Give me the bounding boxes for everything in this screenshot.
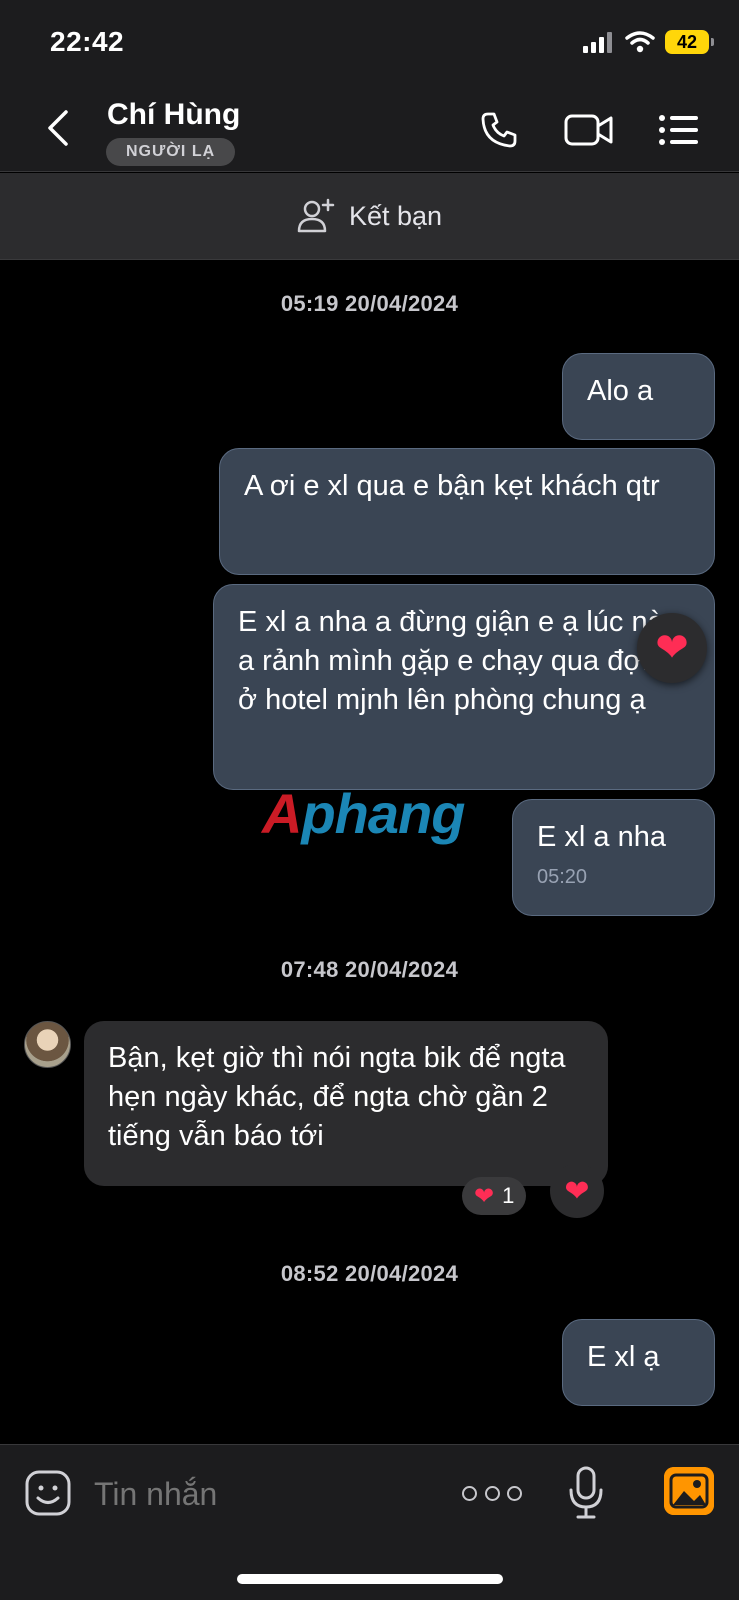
back-button[interactable] xyxy=(40,106,76,150)
voice-call-button[interactable] xyxy=(476,106,522,154)
voice-message-button[interactable] xyxy=(568,1465,604,1521)
heart-icon: ❤ xyxy=(474,1182,495,1210)
message-input-bar xyxy=(0,1444,739,1600)
photo-picker-button[interactable] xyxy=(664,1467,714,1515)
contact-name[interactable]: Chí Hùng xyxy=(107,98,240,132)
watermark-part1: A xyxy=(262,782,302,845)
home-indicator xyxy=(237,1574,503,1584)
microphone-icon xyxy=(569,1466,603,1519)
message-text: E xl a nha a đừng giận e ạ lúc nào a rản… xyxy=(238,606,680,716)
chevron-left-icon xyxy=(48,110,68,146)
phone-icon xyxy=(481,112,517,148)
add-user-icon xyxy=(297,198,335,233)
stranger-badge: NGƯỜI LẠ xyxy=(106,138,236,166)
video-call-button[interactable] xyxy=(562,106,616,154)
list-menu-icon xyxy=(659,115,698,145)
chat-area[interactable]: 05:19 20/04/2024 Alo a A ơi e xl qua e b… xyxy=(0,261,739,1444)
reaction-count: 1 xyxy=(502,1183,515,1208)
timestamp-divider: 07:48 20/04/2024 xyxy=(280,957,459,982)
outgoing-message[interactable]: E xl a nha a đừng giận e ạ lúc nào a rản… xyxy=(213,584,715,790)
image-icon xyxy=(664,1467,714,1515)
message-text: E xl a nha xyxy=(537,821,666,853)
outgoing-message[interactable]: E xl a nha 05:20 xyxy=(512,799,715,916)
cellular-signal-icon xyxy=(583,32,612,53)
message-input[interactable] xyxy=(94,1471,424,1517)
react-heart-button[interactable]: ❤ xyxy=(550,1164,604,1218)
dot-icon xyxy=(462,1485,477,1501)
message-text: E xl ạ xyxy=(587,1341,660,1373)
avatar[interactable] xyxy=(24,1021,71,1068)
add-friend-button[interactable]: Kết bạn xyxy=(0,173,739,260)
dot-icon xyxy=(507,1485,522,1501)
message-text: Alo a xyxy=(587,375,654,407)
message-text: Bận, kẹt giờ thì nói ngta bik để ngta hẹ… xyxy=(108,1042,566,1152)
outgoing-message[interactable]: Alo a xyxy=(562,353,715,440)
chat-menu-button[interactable] xyxy=(656,106,702,154)
timestamp-divider: 08:52 20/04/2024 xyxy=(280,1261,459,1286)
sticker-emoji-icon xyxy=(25,1470,71,1516)
reaction-summary[interactable]: ❤ 1 xyxy=(462,1177,527,1215)
heart-reaction[interactable]: ❤ xyxy=(637,613,707,683)
status-icons: 42 xyxy=(583,30,714,54)
chat-header: Chí Hùng NGƯỜI LẠ xyxy=(0,88,739,172)
status-time: 22:42 xyxy=(50,26,125,57)
more-options-button[interactable] xyxy=(462,1475,522,1511)
wifi-icon xyxy=(625,31,655,53)
outgoing-message[interactable]: E xl ạ xyxy=(562,1319,715,1406)
watermark-logo: Aphang xyxy=(262,781,465,846)
emoji-button[interactable] xyxy=(24,1469,72,1517)
message-text: A ơi e xl qua e bận kẹt khách qtr xyxy=(244,470,660,502)
add-friend-label: Kết bạn xyxy=(348,200,443,231)
incoming-message[interactable]: Bận, kẹt giờ thì nói ngta bik để ngta hẹ… xyxy=(84,1021,608,1186)
outgoing-message[interactable]: A ơi e xl qua e bận kẹt khách qtr xyxy=(219,448,715,575)
video-camera-icon xyxy=(564,114,613,146)
battery-indicator: 42 xyxy=(665,30,714,54)
message-time: 05:20 xyxy=(537,866,588,888)
timestamp-divider: 05:19 20/04/2024 xyxy=(280,291,459,316)
dot-icon xyxy=(484,1485,500,1501)
status-bar: 22:42 42 xyxy=(0,0,739,88)
watermark-part2: phang xyxy=(301,782,465,845)
